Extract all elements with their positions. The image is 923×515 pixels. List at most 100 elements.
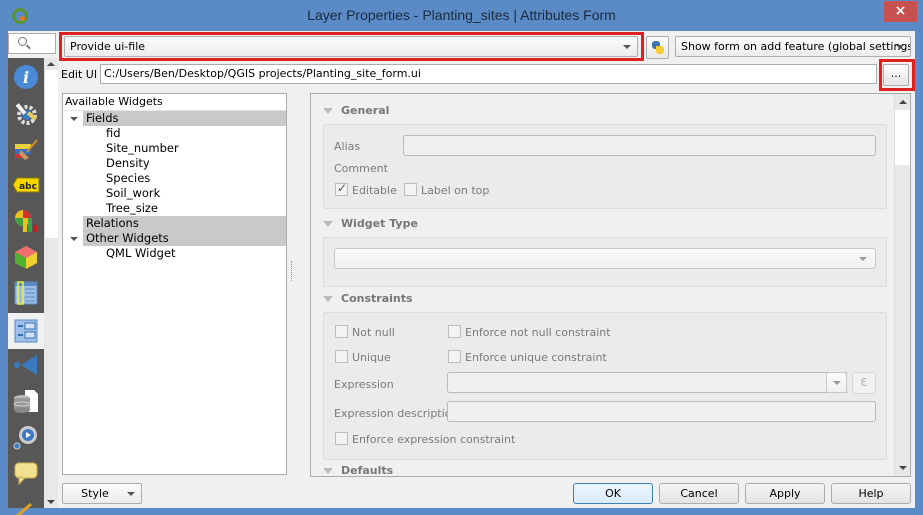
editable-label: Editable bbox=[352, 184, 397, 197]
tree-item-field[interactable]: fid bbox=[63, 126, 286, 141]
sidebar-scrollbar-thumb[interactable] bbox=[44, 70, 58, 238]
sidebar-item-attributes-form[interactable] bbox=[8, 313, 44, 349]
abc-label-icon: abc bbox=[12, 177, 40, 193]
chevron-down-icon bbox=[896, 45, 904, 49]
suppress-form-combo[interactable]: Show form on add feature (global setting… bbox=[675, 36, 911, 57]
form-icon bbox=[14, 319, 38, 343]
pencil-icon bbox=[16, 502, 32, 515]
general-group: Alias Comment Editable Label on top bbox=[323, 124, 887, 209]
chevron-down-icon bbox=[127, 492, 135, 496]
highlight-frame-form-type bbox=[59, 32, 644, 61]
collapse-arrow-icon[interactable] bbox=[323, 108, 333, 114]
edit-ui-label: Edit UI bbox=[61, 68, 98, 81]
diagram-icon bbox=[15, 210, 37, 232]
collapse-arrow-icon[interactable] bbox=[323, 221, 333, 227]
splitter-handle[interactable] bbox=[291, 261, 293, 281]
tree-item-field[interactable]: Density bbox=[63, 156, 286, 171]
suppress-form-value: Show form on add feature (global setting… bbox=[681, 40, 911, 53]
highlight-frame-browse bbox=[879, 59, 915, 91]
close-button[interactable]: × bbox=[884, 1, 917, 22]
ok-button[interactable]: OK bbox=[573, 483, 653, 504]
enforce-unique-label: Enforce unique constraint bbox=[465, 351, 607, 364]
properties-scrollbar[interactable] bbox=[894, 94, 910, 476]
scroll-up-icon[interactable] bbox=[899, 100, 907, 104]
collapse-arrow-icon[interactable] bbox=[323, 296, 333, 302]
sidebar: i abc bbox=[8, 58, 44, 515]
widget-type-group bbox=[323, 237, 887, 287]
fields-table-icon bbox=[14, 281, 38, 305]
sidebar-item-symbology[interactable] bbox=[12, 135, 40, 163]
sidebar-scrollbar[interactable] bbox=[44, 58, 58, 508]
tree-item-field[interactable]: Site_number bbox=[63, 141, 286, 156]
sidebar-item-3d-view[interactable] bbox=[12, 243, 40, 271]
sidebar-item-source[interactable] bbox=[12, 99, 40, 127]
cancel-button[interactable]: Cancel bbox=[659, 483, 739, 504]
label-on-top-checkbox[interactable] bbox=[404, 183, 417, 196]
title-bar: Layer Properties - Planting_sites | Attr… bbox=[0, 0, 923, 32]
edit-ui-path-input[interactable]: C:/Users/Ben/Desktop/QGIS projects/Plant… bbox=[100, 64, 877, 84]
enforce-expression-checkbox[interactable] bbox=[335, 432, 348, 445]
settings-wrench-icon bbox=[15, 103, 38, 125]
help-button[interactable]: Help bbox=[831, 483, 911, 504]
sidebar-item-rendering[interactable] bbox=[12, 495, 40, 515]
sidebar-item-actions[interactable] bbox=[12, 423, 40, 451]
alias-label: Alias bbox=[334, 140, 361, 153]
enforce-unique-checkbox[interactable] bbox=[448, 350, 461, 363]
not-null-checkbox[interactable] bbox=[335, 325, 348, 338]
python-init-button[interactable] bbox=[646, 36, 669, 59]
available-widgets-tree[interactable]: Available Widgets Fields fid Site_number… bbox=[62, 93, 287, 475]
constraints-group: Not null Enforce not null constraint Uni… bbox=[323, 312, 887, 460]
window-title: Layer Properties - Planting_sites | Attr… bbox=[307, 7, 616, 23]
info-icon: i bbox=[14, 65, 38, 89]
tree-item-widget[interactable]: QML Widget bbox=[63, 246, 286, 261]
section-constraints[interactable]: Constraints bbox=[323, 292, 413, 305]
tree-group-other-widgets[interactable]: Other Widgets bbox=[63, 231, 286, 246]
alias-input[interactable] bbox=[403, 135, 876, 156]
tree-header: Available Widgets bbox=[63, 94, 286, 111]
speech-bubble-icon bbox=[14, 462, 38, 486]
sidebar-item-diagrams[interactable] bbox=[12, 207, 40, 235]
sidebar-item-auxiliary-storage[interactable] bbox=[12, 387, 40, 415]
sidebar-item-labels[interactable]: abc bbox=[12, 171, 40, 199]
dialog-body: i abc Provide ui-file Show form on add f… bbox=[8, 31, 915, 515]
action-gear-icon bbox=[13, 426, 37, 450]
tree-item-field[interactable]: Species bbox=[63, 171, 286, 186]
scroll-down-icon[interactable] bbox=[47, 500, 55, 504]
expression-description-input[interactable] bbox=[447, 401, 876, 422]
sidebar-item-display[interactable] bbox=[12, 459, 40, 487]
style-menu-button[interactable]: Style bbox=[62, 483, 142, 504]
unique-checkbox[interactable] bbox=[335, 350, 348, 363]
scroll-down-icon[interactable] bbox=[899, 466, 907, 470]
enforce-expression-label: Enforce expression constraint bbox=[352, 433, 516, 446]
expand-arrow-icon[interactable] bbox=[70, 237, 78, 241]
expand-arrow-icon[interactable] bbox=[70, 117, 78, 121]
tree-group-relations[interactable]: Relations bbox=[63, 216, 286, 231]
chevron-down-icon bbox=[859, 257, 867, 261]
expression-description-label: Expression description bbox=[334, 407, 459, 420]
tree-item-field[interactable]: Soil_work bbox=[63, 186, 286, 201]
join-icon bbox=[14, 355, 37, 375]
scroll-up-icon[interactable] bbox=[47, 62, 55, 66]
collapse-arrow-icon[interactable] bbox=[323, 468, 333, 474]
enforce-not-null-checkbox[interactable] bbox=[448, 325, 461, 338]
apply-button[interactable]: Apply bbox=[745, 483, 825, 504]
expression-builder-button[interactable]: ε bbox=[852, 372, 876, 394]
sidebar-item-joins[interactable] bbox=[12, 351, 40, 379]
expression-input[interactable] bbox=[447, 372, 847, 393]
properties-scrollbar-thumb[interactable] bbox=[895, 110, 910, 165]
field-properties-panel: General Alias Comment Editable Label on … bbox=[310, 93, 911, 477]
expression-dropdown-button[interactable] bbox=[826, 372, 847, 393]
enforce-not-null-label: Enforce not null constraint bbox=[465, 326, 611, 339]
sidebar-item-fields[interactable] bbox=[12, 279, 40, 307]
layer-properties-window: Layer Properties - Planting_sites | Attr… bbox=[0, 0, 923, 515]
editable-checkbox[interactable] bbox=[335, 181, 348, 196]
section-general[interactable]: General bbox=[323, 104, 389, 117]
sidebar-item-information[interactable]: i bbox=[12, 63, 40, 91]
tree-item-field[interactable]: Tree_size bbox=[63, 201, 286, 216]
section-defaults[interactable]: Defaults bbox=[323, 464, 393, 476]
tree-group-fields[interactable]: Fields bbox=[63, 111, 286, 126]
sidebar-search-input[interactable] bbox=[8, 33, 56, 54]
cube-icon bbox=[15, 246, 37, 269]
widget-type-combo[interactable] bbox=[334, 248, 876, 269]
section-widget-type[interactable]: Widget Type bbox=[323, 217, 418, 230]
